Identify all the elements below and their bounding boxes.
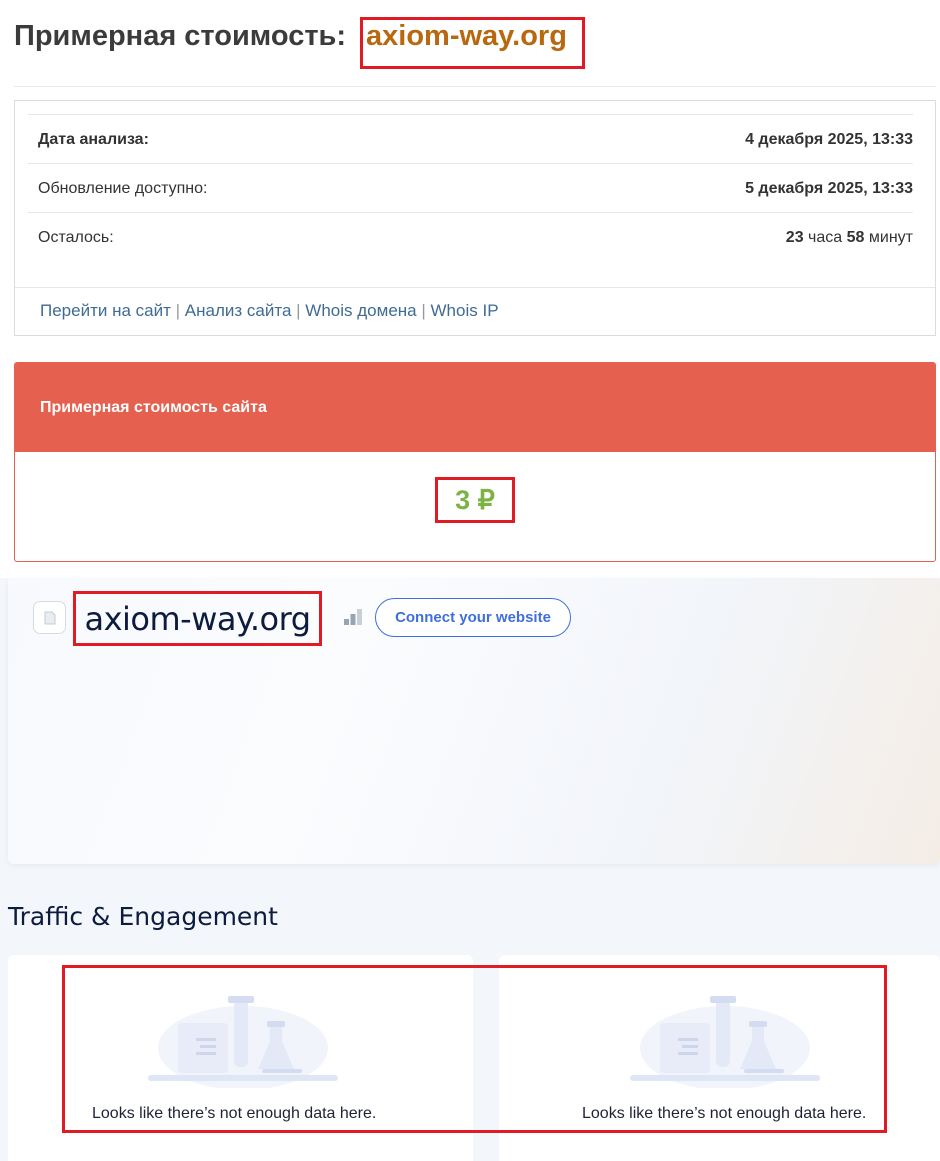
remaining-minutes-unit: минут [868,229,913,246]
link-site-analysis[interactable]: Анализ сайта [185,301,292,320]
favicon [33,601,66,634]
info-row-remaining: Осталось: 23 часа 58 минут [28,212,913,262]
info-value: 5 декабря 2025, 13:33 [745,180,913,197]
remaining-hours-unit: часа [808,229,843,246]
panel-divider [15,287,935,288]
analysis-info-panel: Дата анализа: 4 декабря 2025, 13:33 Обно… [14,100,936,336]
page-icon [44,611,55,624]
cost-panel-title: Примерная стоимость сайта [40,399,267,416]
link-go-to-site[interactable]: Перейти на сайт [40,301,171,320]
link-whois-domain[interactable]: Whois домена [305,301,416,320]
info-row-update-available: Обновление доступно: 5 декабря 2025, 13:… [28,163,913,213]
connect-website-button[interactable]: Connect your website [375,598,571,637]
remaining-hours: 23 [785,229,804,246]
info-label: Дата анализа: [38,131,149,148]
website-domain-highlight: axiom-way.org [73,591,322,646]
traffic-engagement-title: Traffic & Engagement [8,902,278,931]
cost-value: 3 ₽ [435,477,515,523]
link-separator: | [296,301,301,320]
page-title: Примерная стоимость: [14,20,346,53]
empty-state-highlight-box [62,965,887,1133]
site-links: Перейти на сайт | Анализ сайта | Whois д… [40,301,499,321]
bar-chart-icon [344,609,362,625]
link-separator: | [175,301,181,320]
info-value-remaining: 23 часа 58 минут [786,229,913,247]
info-row-analysis-date: Дата анализа: 4 декабря 2025, 13:33 [28,114,913,164]
estimated-cost-panel: Примерная стоимость сайта 3 ₽ [14,362,936,562]
cost-panel-header: Примерная стоимость сайта [15,363,935,452]
remaining-minutes: 58 [846,229,865,246]
link-whois-ip[interactable]: Whois IP [431,301,499,320]
info-value: 4 декабря 2025, 13:33 [745,131,913,148]
link-separator: | [421,301,426,320]
page-title-prefix: Примерная стоимость: [14,20,347,52]
info-label: Обновление доступно: [38,180,208,197]
header-divider [14,86,936,87]
info-label: Осталось: [38,229,114,246]
website-domain: axiom-way.org [84,599,311,638]
page-title-domain: axiom-way.org [366,20,567,52]
